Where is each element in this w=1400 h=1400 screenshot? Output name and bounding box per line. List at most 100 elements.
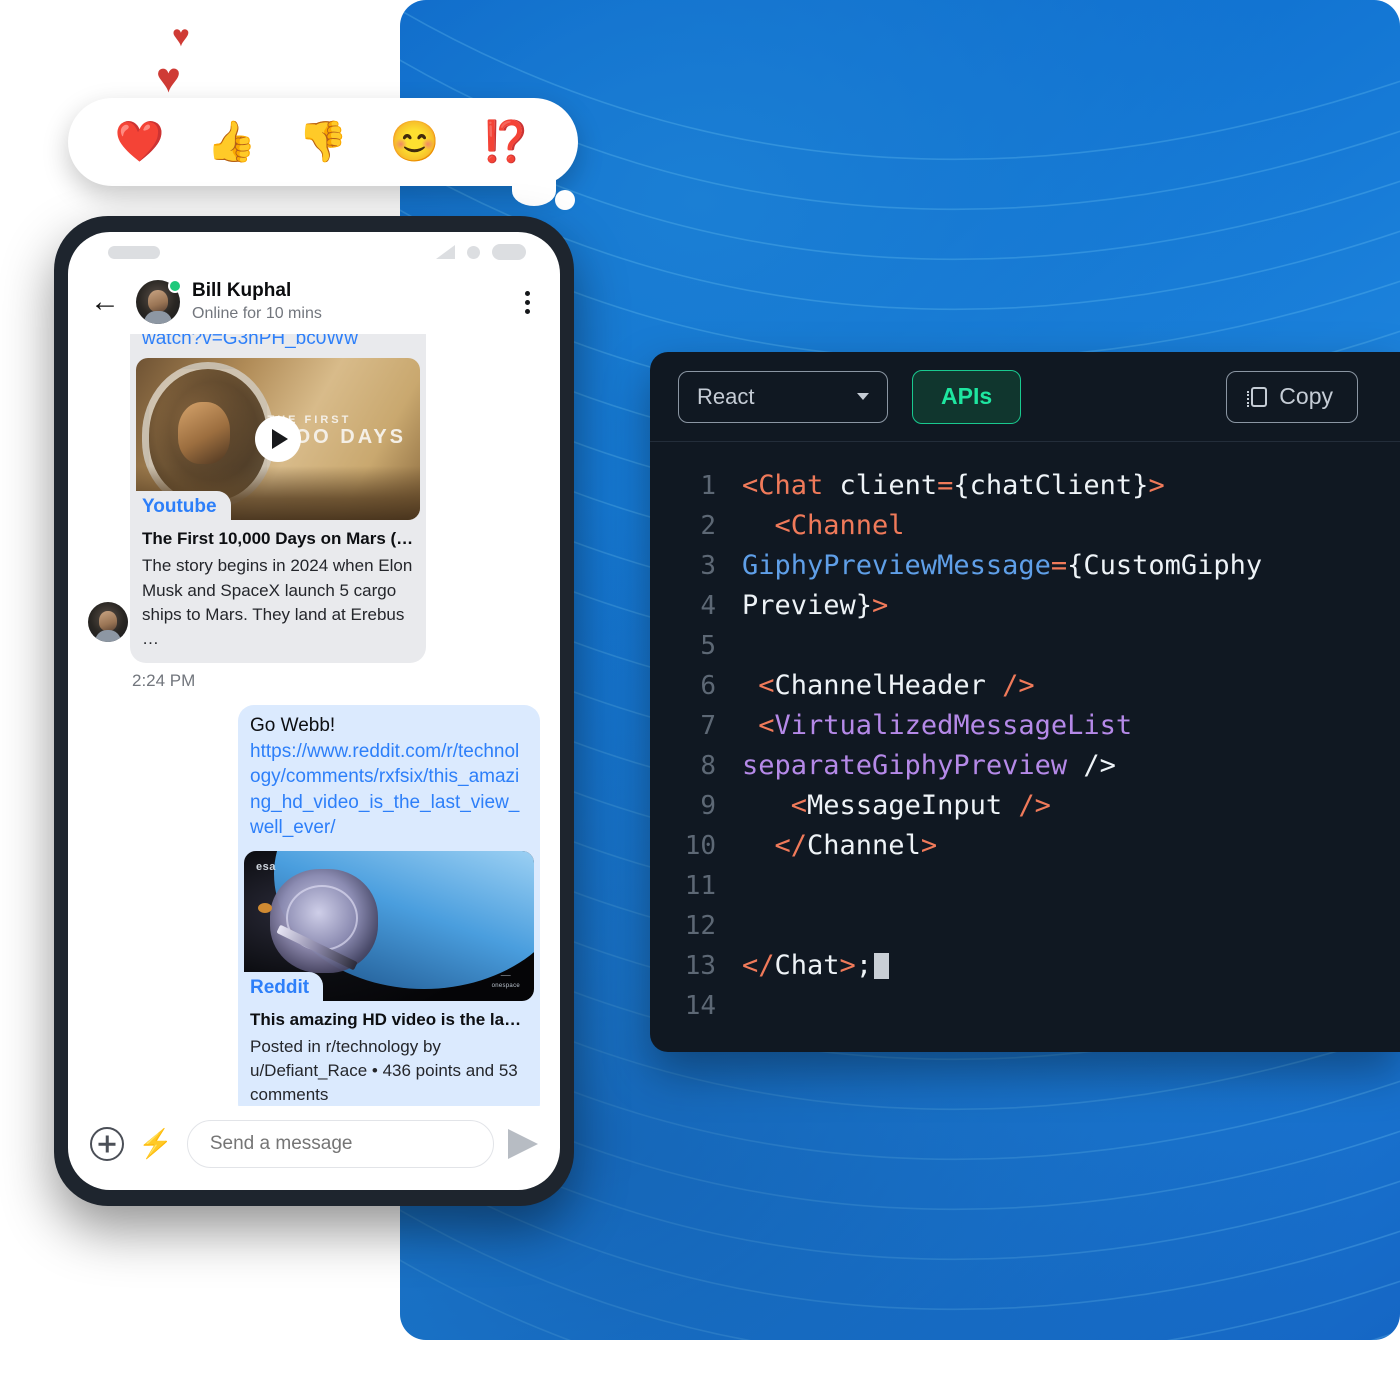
more-options-icon[interactable]: [519, 285, 536, 320]
code-token: <Channel: [774, 510, 905, 541]
code-token: =: [1050, 550, 1068, 581]
send-button[interactable]: [508, 1129, 538, 1159]
code-token: <: [790, 790, 808, 821]
attachment-description: Posted in r/technology by u/Defiant_Race…: [250, 1036, 518, 1105]
add-attachment-icon[interactable]: [90, 1127, 124, 1161]
apis-button[interactable]: APIs: [912, 369, 1022, 424]
phone-screen: ← Bill Kuphal Online for 10 mins watch?v…: [68, 232, 560, 1190]
code-token: />: [1018, 790, 1051, 821]
status-left-placeholder: [108, 245, 160, 259]
code-token: GiphyPreviewMessage: [742, 550, 1051, 581]
attachment-title: The First 10,000 Days on Mars (Tim...: [142, 529, 426, 549]
line-number: 3: [700, 551, 716, 581]
message-composer: ⚡: [68, 1106, 560, 1190]
code-line: 5: [650, 626, 1400, 666]
reddit-attachment-card[interactable]: esa ⏤ onespace Reddit: [244, 850, 534, 1003]
onespace-mark-icon: ⏤: [500, 966, 512, 982]
code-token: MessageInput: [807, 790, 1019, 821]
code-token: client: [839, 470, 938, 501]
code-line: 3 GiphyPreviewMessage={CustomGiphy: [650, 546, 1400, 586]
signal-icon: [436, 245, 455, 259]
play-button[interactable]: [255, 416, 301, 463]
attachment-title: This amazing HD video is the last vi...: [250, 1009, 540, 1029]
code-token: <Chat: [742, 470, 840, 501]
text-cursor: [874, 953, 890, 979]
online-status-dot: [168, 279, 182, 294]
chat-header-text: Bill Kuphal Online for 10 mins: [192, 280, 519, 324]
attachment-source-label: Youtube: [136, 491, 231, 523]
code-token: {CustomGiphy: [1067, 550, 1263, 581]
back-button[interactable]: ←: [90, 287, 136, 317]
code-editor-body[interactable]: 1 <Chat client={chatClient}> 2 <Channel 3 Gi…: [650, 442, 1400, 1026]
line-number: 7: [700, 711, 716, 741]
sent-message-link[interactable]: https://www.reddit.com/r/technology/comm…: [238, 739, 540, 851]
line-number: 14: [684, 991, 716, 1021]
code-line: 13 </Chat>;: [650, 946, 1400, 986]
sent-message-bubble[interactable]: Go Webb! https://www.reddit.com/r/techno…: [238, 704, 540, 1106]
code-token: >: [920, 830, 938, 861]
code-line: 2 <Channel: [650, 506, 1400, 546]
code-token: Preview}: [742, 590, 873, 621]
code-text: separateGiphyPreview />: [742, 746, 1116, 786]
phone-status-bar: [68, 232, 560, 272]
heart-reaction-icon[interactable]: ❤️: [115, 122, 165, 162]
code-token: {chatClient}: [953, 470, 1149, 501]
copy-button-label: Copy: [1279, 383, 1333, 409]
message-input[interactable]: [186, 1120, 494, 1168]
phone-device-frame: ← Bill Kuphal Online for 10 mins watch?v…: [54, 216, 574, 1206]
code-token: />: [1002, 670, 1035, 701]
floating-heart-icon: ♥: [172, 20, 190, 53]
smile-reaction-icon[interactable]: 😊: [390, 122, 440, 162]
chat-header: ← Bill Kuphal Online for 10 mins: [68, 272, 560, 334]
code-token: =: [937, 470, 954, 501]
line-number: 2: [700, 511, 716, 541]
code-token: Channel: [807, 830, 921, 861]
code-line: 6 <ChannelHeader />: [650, 666, 1400, 706]
youtube-attachment-card[interactable]: THE FIRST ,OOO DAYS Youtube: [136, 358, 420, 523]
code-token: </: [742, 950, 775, 981]
code-line: 9 <MessageInput />: [650, 786, 1400, 826]
line-number: 9: [700, 791, 716, 821]
message-list[interactable]: watch?v=G3hPH_bc0Ww THE FIRST ,OOO DAYS: [68, 334, 560, 1106]
code-token: ChannelHeader: [774, 670, 1003, 701]
line-number: 5: [700, 631, 716, 661]
code-token: <: [758, 670, 775, 701]
code-text: GiphyPreviewMessage={CustomGiphy: [742, 546, 1262, 586]
satellite-gold-art: [258, 902, 272, 913]
code-text: <Chat client={chatClient}>: [742, 466, 1165, 506]
reaction-picker-popup: ♥ ♥ ❤️ 👍 👎 😊 ⁉️: [60, 0, 580, 230]
framework-select[interactable]: React: [678, 370, 888, 423]
copy-button[interactable]: Copy: [1226, 370, 1358, 423]
reaction-bar[interactable]: ❤️ 👍 👎 😊 ⁉️: [68, 98, 578, 186]
code-text: <ChannelHeader />: [742, 666, 1035, 706]
code-line: 7 <VirtualizedMessageList: [650, 706, 1400, 746]
thumbs-down-reaction-icon[interactable]: 👎: [298, 122, 348, 162]
line-number: 1: [700, 471, 716, 501]
code-line: 10 </Channel>: [650, 826, 1400, 866]
code-token: />: [1083, 750, 1116, 781]
received-message-link[interactable]: watch?v=G3hPH_bc0Ww: [130, 334, 426, 358]
onespace-watermark: ⏤ onespace: [492, 967, 520, 989]
line-number: 6: [700, 671, 716, 701]
code-token: >: [872, 590, 889, 621]
code-text: </Chat>;: [742, 946, 890, 986]
avatar[interactable]: [136, 279, 182, 325]
face-art: [178, 402, 230, 465]
battery-icon: [492, 244, 526, 260]
code-text: <MessageInput />: [742, 786, 1051, 826]
code-token: ;: [855, 950, 873, 981]
wifi-dot-icon: [467, 245, 480, 259]
line-number: 11: [684, 871, 716, 901]
esa-logo: esa: [256, 860, 276, 873]
thumbs-up-reaction-icon[interactable]: 👍: [206, 122, 256, 162]
lightning-bolt-icon[interactable]: ⚡: [138, 1130, 173, 1158]
exclamation-question-reaction-icon[interactable]: ⁉️: [481, 122, 531, 162]
onespace-watermark-label: onespace: [491, 982, 520, 989]
code-token: </: [774, 830, 808, 861]
received-message-bubble[interactable]: watch?v=G3hPH_bc0Ww THE FIRST ,OOO DAYS: [130, 334, 426, 663]
